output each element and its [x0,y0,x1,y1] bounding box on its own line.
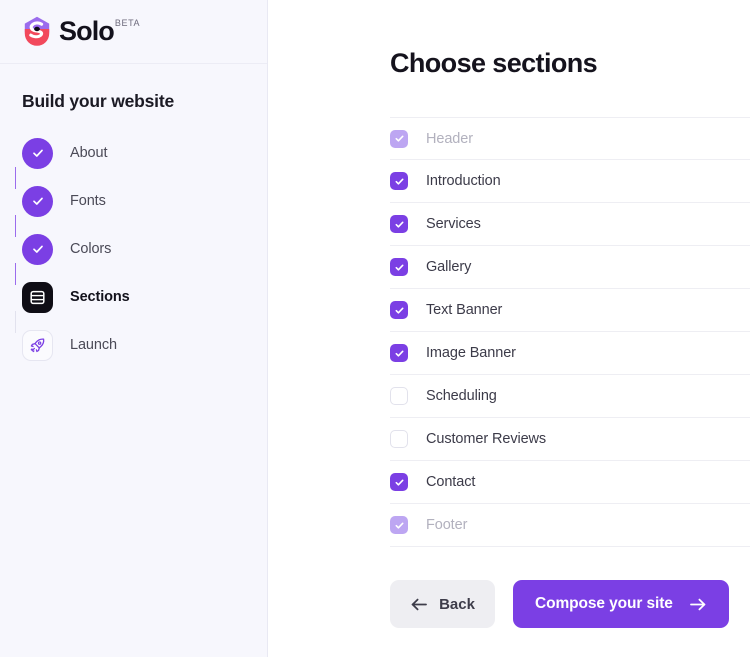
solo-hexagon-logo-icon [24,16,50,46]
section-label: Footer [426,517,468,533]
sidebar-step-label: Launch [70,337,117,353]
form-actions: Back Compose your site [390,580,729,628]
sections-checklist: Header Introduction Services Gallery Tex… [390,117,750,547]
sidebar-header: Solo BETA [0,0,267,64]
arrow-left-icon [411,598,427,610]
sidebar-title: Build your website [22,91,174,111]
section-label: Header [426,130,473,147]
compose-site-button-label: Compose your site [535,595,673,612]
checkbox-image-banner[interactable] [390,344,408,362]
checkbox-customer-reviews[interactable] [390,430,408,448]
sidebar-step-label: Sections [70,289,130,305]
brand-name: Solo [59,16,115,46]
step-connector [15,311,16,333]
list-item[interactable]: Services [390,203,750,246]
sidebar-step-launch[interactable]: Launch [22,321,267,369]
sidebar-step-sections[interactable]: Sections [22,273,267,321]
page-title: Choose sections [390,48,598,78]
list-item: Header [390,117,750,160]
back-button[interactable]: Back [390,580,495,628]
checkbox-footer [390,516,408,534]
rocket-icon [22,329,53,361]
checkbox-contact[interactable] [390,473,408,491]
section-label: Text Banner [426,302,503,318]
checkbox-introduction[interactable] [390,172,408,190]
list-item[interactable]: Customer Reviews [390,418,750,461]
sidebar-step-about[interactable]: About [22,129,267,177]
sidebar-step-label: About [70,145,108,161]
sidebar-step-fonts[interactable]: Fonts [22,177,267,225]
check-icon [22,233,53,265]
wizard-steps: About Fonts Colors Sections Launch [0,129,267,369]
main-content: Choose sections Header Introduction Serv… [268,0,750,657]
section-label: Gallery [426,259,472,275]
beta-badge: BETA [114,18,141,28]
checkbox-gallery[interactable] [390,258,408,276]
list-item[interactable]: Contact [390,461,750,504]
section-label: Contact [426,474,476,490]
sidebar-step-label: Colors [70,241,112,257]
list-item[interactable]: Introduction [390,160,750,203]
section-label: Customer Reviews [426,431,547,447]
list-item[interactable]: Text Banner [390,289,750,332]
arrow-right-icon [689,598,706,610]
step-connector [15,167,16,189]
sidebar: Solo BETA Build your website About Fonts… [0,0,268,657]
sidebar-step-label: Fonts [70,193,106,209]
brand-logo[interactable]: Solo BETA [22,16,140,47]
checkbox-text-banner[interactable] [390,301,408,319]
list-item[interactable]: Gallery [390,246,750,289]
layout-sections-icon [22,281,53,313]
list-item: Footer [390,504,750,547]
section-label: Services [426,216,481,232]
step-connector [15,215,16,237]
checkbox-scheduling[interactable] [390,387,408,405]
section-label: Image Banner [426,345,516,361]
step-connector [15,263,16,285]
check-icon [22,185,53,217]
check-icon [22,137,53,169]
section-label: Introduction [426,173,501,189]
sidebar-step-colors[interactable]: Colors [22,225,267,273]
back-button-label: Back [439,595,475,613]
compose-site-button[interactable]: Compose your site [513,580,729,628]
checkbox-services[interactable] [390,215,408,233]
onboarding-wizard-page: Solo BETA Build your website About Fonts… [0,0,750,657]
list-item[interactable]: Scheduling [390,375,750,418]
checkbox-header [390,129,408,148]
section-label: Scheduling [426,388,497,404]
list-item[interactable]: Image Banner [390,332,750,375]
